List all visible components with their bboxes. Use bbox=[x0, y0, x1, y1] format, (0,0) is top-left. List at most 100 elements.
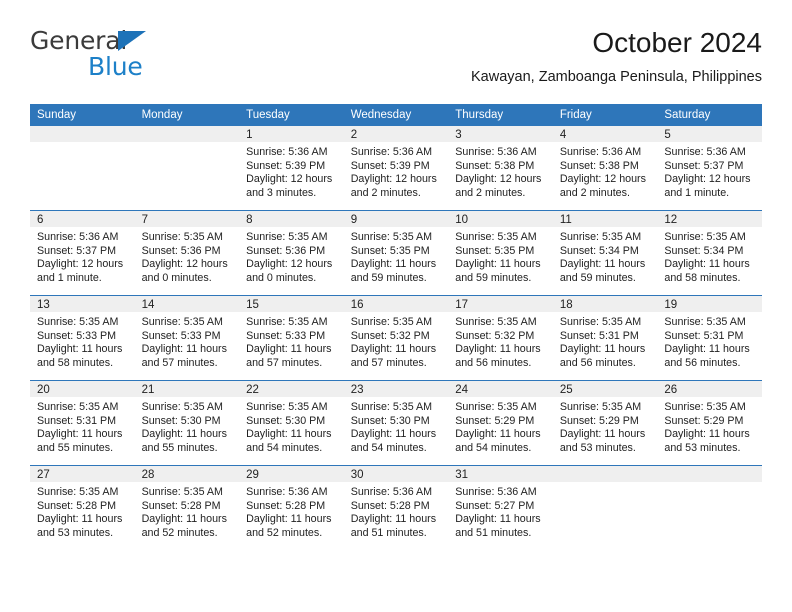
sunset-text: Sunset: 5:30 PM bbox=[350, 414, 430, 427]
sunset-text: Sunset: 5:32 PM bbox=[455, 329, 535, 342]
calendar-day-cell[interactable]: 12 Sunrise: 5:35 AM Sunset: 5:34 PM Dayligh… bbox=[657, 210, 762, 296]
day-details: Sunrise: 5:35 AM Sunset: 5:32 PM Daylight:… bbox=[344, 312, 449, 370]
day-details: Sunrise: 5:36 AM Sunset: 5:39 PM Daylight:… bbox=[239, 142, 344, 200]
calendar-day-cell[interactable]: 10 Sunrise: 5:35 AM Sunset: 5:35 PM Dayligh… bbox=[448, 210, 553, 296]
sunrise-text: Sunrise: 5:35 AM bbox=[246, 401, 328, 413]
day-number: 3 bbox=[448, 126, 553, 142]
day-details: Sunrise: 5:36 AM Sunset: 5:28 PM Daylight:… bbox=[239, 482, 344, 540]
daylight-text: Daylight: 12 hours and 1 minute. bbox=[664, 173, 751, 199]
day-number: 18 bbox=[552, 296, 658, 312]
calendar-day-cell[interactable]: 24 Sunrise: 5:35 AM Sunset: 5:29 PM Dayligh… bbox=[448, 380, 553, 466]
calendar-day-cell[interactable]: 20 Sunrise: 5:35 AM Sunset: 5:31 PM Dayligh… bbox=[30, 380, 135, 466]
day-details: Sunrise: 5:35 AM Sunset: 5:31 PM Daylight:… bbox=[30, 397, 135, 455]
calendar-day-cell[interactable]: 21 Sunrise: 5:35 AM Sunset: 5:30 PM Dayligh… bbox=[134, 380, 240, 466]
day-details: Sunrise: 5:35 AM Sunset: 5:31 PM Daylight:… bbox=[553, 312, 658, 370]
day-details: Sunrise: 5:35 AM Sunset: 5:30 PM Daylight:… bbox=[239, 397, 344, 455]
daylight-text: Daylight: 11 hours and 56 minutes. bbox=[664, 343, 750, 369]
calendar-week-row: 27 Sunrise: 5:35 AM Sunset: 5:28 PM Dayligh… bbox=[30, 465, 762, 550]
day-details: Sunrise: 5:36 AM Sunset: 5:39 PM Daylight:… bbox=[344, 142, 449, 200]
calendar-day-cell[interactable]: 29 Sunrise: 5:36 AM Sunset: 5:28 PM Dayligh… bbox=[239, 465, 344, 550]
calendar-day-cell[interactable]: 7 Sunrise: 5:35 AM Sunset: 5:36 PM Daylight… bbox=[134, 210, 240, 296]
daylight-text: Daylight: 12 hours and 3 minutes. bbox=[246, 173, 333, 199]
logo-triangle-icon bbox=[118, 31, 146, 51]
day-number: 26 bbox=[657, 381, 762, 397]
calendar-week-row: 20 Sunrise: 5:35 AM Sunset: 5:31 PM Dayligh… bbox=[30, 380, 762, 466]
day-details: Sunrise: 5:35 AM Sunset: 5:34 PM Daylight:… bbox=[553, 227, 658, 285]
day-details: Sunrise: 5:35 AM Sunset: 5:31 PM Daylight:… bbox=[657, 312, 762, 370]
day-details: Sunrise: 5:35 AM Sunset: 5:35 PM Daylight:… bbox=[344, 227, 449, 285]
day-number: 8 bbox=[239, 211, 344, 227]
calendar-day-cell[interactable]: 30 Sunrise: 5:36 AM Sunset: 5:28 PM Dayligh… bbox=[343, 465, 449, 550]
day-details: Sunrise: 5:35 AM Sunset: 5:36 PM Daylight:… bbox=[239, 227, 344, 285]
day-number: 10 bbox=[448, 211, 553, 227]
sunrise-text: Sunrise: 5:35 AM bbox=[559, 316, 642, 328]
calendar-day-cell[interactable]: 4 Sunrise: 5:36 AM Sunset: 5:38 PM Daylight… bbox=[552, 126, 658, 211]
calendar-day-cell[interactable]: 15 Sunrise: 5:35 AM Sunset: 5:33 PM Dayligh… bbox=[239, 295, 344, 381]
daylight-text: Daylight: 12 hours and 1 minute. bbox=[37, 258, 124, 284]
day-details: Sunrise: 5:36 AM Sunset: 5:38 PM Daylight:… bbox=[553, 142, 658, 200]
daylight-text: Daylight: 11 hours and 58 minutes. bbox=[664, 258, 750, 284]
sunset-text: Sunset: 5:31 PM bbox=[37, 414, 117, 427]
sunrise-text: Sunrise: 5:35 AM bbox=[37, 486, 119, 498]
calendar-day-cell[interactable]: 13 Sunrise: 5:35 AM Sunset: 5:33 PM Dayligh… bbox=[30, 295, 135, 381]
sunrise-text: Sunrise: 5:36 AM bbox=[559, 146, 642, 158]
day-details: Sunrise: 5:35 AM Sunset: 5:30 PM Daylight:… bbox=[344, 397, 449, 455]
sunrise-text: Sunrise: 5:36 AM bbox=[455, 486, 537, 498]
sunrise-text: Sunrise: 5:35 AM bbox=[455, 316, 537, 328]
weekday-header-thursday: Thursday bbox=[448, 104, 553, 126]
calendar-day-cell[interactable]: 19 Sunrise: 5:35 AM Sunset: 5:31 PM Dayligh… bbox=[657, 295, 762, 381]
sunrise-text: Sunrise: 5:35 AM bbox=[664, 231, 746, 243]
sunset-text: Sunset: 5:35 PM bbox=[350, 244, 430, 257]
day-details: Sunrise: 5:35 AM Sunset: 5:33 PM Daylight:… bbox=[135, 312, 240, 370]
calendar-cell-empty bbox=[552, 465, 658, 550]
calendar-day-cell[interactable]: 22 Sunrise: 5:35 AM Sunset: 5:30 PM Dayligh… bbox=[239, 380, 344, 466]
calendar-day-cell[interactable]: 9 Sunrise: 5:35 AM Sunset: 5:35 PM Daylight… bbox=[343, 210, 449, 296]
day-details: Sunrise: 5:35 AM Sunset: 5:28 PM Daylight:… bbox=[135, 482, 240, 540]
calendar-day-cell[interactable]: 23 Sunrise: 5:35 AM Sunset: 5:30 PM Dayligh… bbox=[343, 380, 449, 466]
sunrise-text: Sunrise: 5:35 AM bbox=[141, 486, 223, 498]
calendar-day-cell[interactable]: 18 Sunrise: 5:35 AM Sunset: 5:31 PM Dayligh… bbox=[552, 295, 658, 381]
calendar-day-cell[interactable]: 2 Sunrise: 5:36 AM Sunset: 5:39 PM Daylight… bbox=[343, 126, 449, 211]
calendar-day-cell[interactable]: 25 Sunrise: 5:35 AM Sunset: 5:29 PM Dayligh… bbox=[552, 380, 658, 466]
calendar-body: 1 Sunrise: 5:36 AM Sunset: 5:39 PM Daylight… bbox=[30, 126, 762, 550]
sunrise-text: Sunrise: 5:35 AM bbox=[350, 231, 433, 243]
calendar-day-cell[interactable]: 5 Sunrise: 5:36 AM Sunset: 5:37 PM Daylight… bbox=[657, 126, 762, 211]
sunrise-text: Sunrise: 5:35 AM bbox=[37, 316, 119, 328]
day-number: 2 bbox=[343, 126, 449, 142]
sunrise-text: Sunrise: 5:36 AM bbox=[246, 146, 328, 158]
generalblue-logo[interactable]: General Blue bbox=[30, 26, 290, 86]
daylight-text: Daylight: 12 hours and 2 minutes. bbox=[455, 173, 542, 199]
calendar-day-cell[interactable]: 16 Sunrise: 5:35 AM Sunset: 5:32 PM Dayligh… bbox=[343, 295, 449, 381]
sunset-text: Sunset: 5:31 PM bbox=[559, 329, 639, 342]
sunset-text: Sunset: 5:35 PM bbox=[455, 244, 535, 257]
calendar-day-cell[interactable]: 11 Sunrise: 5:35 AM Sunset: 5:34 PM Dayligh… bbox=[552, 210, 658, 296]
calendar-day-cell[interactable]: 31 Sunrise: 5:36 AM Sunset: 5:27 PM Dayligh… bbox=[448, 465, 553, 550]
sunrise-text: Sunrise: 5:35 AM bbox=[246, 316, 328, 328]
sunset-text: Sunset: 5:38 PM bbox=[455, 159, 535, 172]
calendar-day-cell[interactable]: 27 Sunrise: 5:35 AM Sunset: 5:28 PM Dayligh… bbox=[30, 465, 135, 550]
daylight-text: Daylight: 11 hours and 52 minutes. bbox=[141, 513, 227, 539]
weekday-header-wednesday: Wednesday bbox=[343, 104, 449, 126]
calendar-day-cell[interactable]: 8 Sunrise: 5:35 AM Sunset: 5:36 PM Daylight… bbox=[239, 210, 344, 296]
calendar-day-cell[interactable]: 26 Sunrise: 5:35 AM Sunset: 5:29 PM Dayligh… bbox=[657, 380, 762, 466]
calendar-day-cell[interactable]: 14 Sunrise: 5:35 AM Sunset: 5:33 PM Dayligh… bbox=[134, 295, 240, 381]
sunset-text: Sunset: 5:30 PM bbox=[141, 414, 221, 427]
daylight-text: Daylight: 11 hours and 55 minutes. bbox=[37, 428, 123, 454]
daylight-text: Daylight: 11 hours and 51 minutes. bbox=[350, 513, 437, 539]
calendar-day-cell[interactable]: 17 Sunrise: 5:35 AM Sunset: 5:32 PM Dayligh… bbox=[448, 295, 553, 381]
day-details: Sunrise: 5:36 AM Sunset: 5:38 PM Daylight:… bbox=[448, 142, 553, 200]
day-details: Sunrise: 5:36 AM Sunset: 5:27 PM Daylight:… bbox=[448, 482, 553, 540]
day-details: Sunrise: 5:35 AM Sunset: 5:28 PM Daylight:… bbox=[30, 482, 135, 540]
calendar-day-cell[interactable]: 6 Sunrise: 5:36 AM Sunset: 5:37 PM Daylight… bbox=[30, 210, 135, 296]
sunrise-sunset-calendar: Sunday Monday Tuesday Wednesday Thursday… bbox=[30, 104, 762, 550]
daylight-text: Daylight: 11 hours and 53 minutes. bbox=[37, 513, 123, 539]
sunset-text: Sunset: 5:29 PM bbox=[664, 414, 744, 427]
calendar-day-cell[interactable]: 28 Sunrise: 5:35 AM Sunset: 5:28 PM Dayligh… bbox=[134, 465, 240, 550]
weekday-header-saturday: Saturday bbox=[657, 104, 762, 126]
sunset-text: Sunset: 5:38 PM bbox=[559, 159, 639, 172]
day-number bbox=[134, 126, 240, 142]
calendar-day-cell[interactable]: 1 Sunrise: 5:36 AM Sunset: 5:39 PM Daylight… bbox=[239, 126, 344, 211]
calendar-day-cell[interactable]: 3 Sunrise: 5:36 AM Sunset: 5:38 PM Daylight… bbox=[448, 126, 553, 211]
day-number: 12 bbox=[657, 211, 762, 227]
sunrise-text: Sunrise: 5:35 AM bbox=[246, 231, 328, 243]
